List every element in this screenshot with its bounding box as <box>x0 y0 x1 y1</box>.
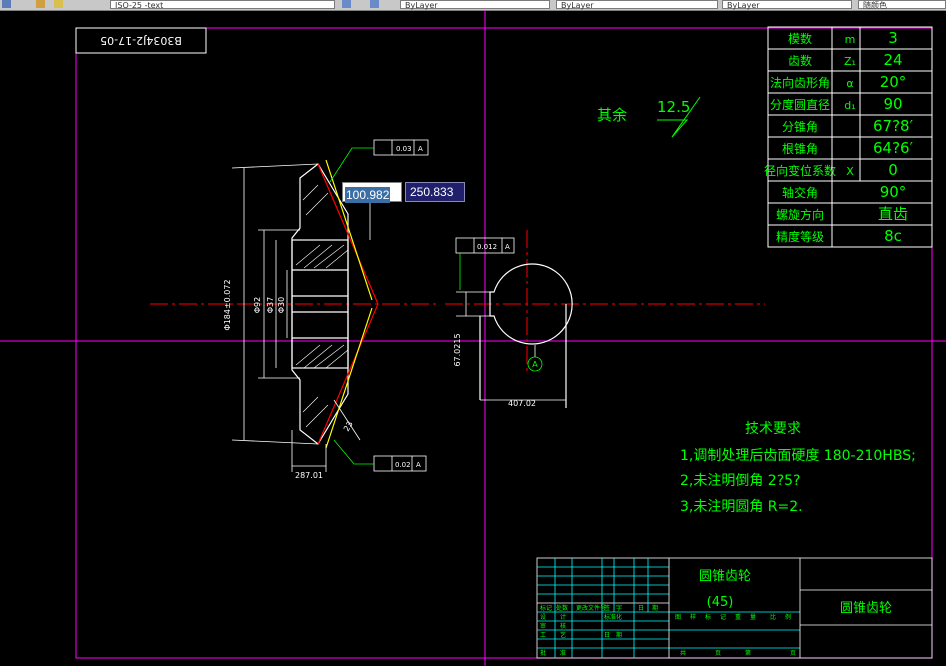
roughness-value: 12.5 <box>657 98 690 116</box>
tb-sheet-label: 共 <box>680 649 686 657</box>
param-value: 8c <box>884 227 902 245</box>
match-icon[interactable] <box>342 0 351 8</box>
param-value: 0 <box>888 161 898 179</box>
param-name: 齿数 <box>788 53 812 68</box>
tb-role-label: 艺 <box>560 631 566 639</box>
gtol-symmetry-value: 0.012 <box>477 243 497 251</box>
tb-sheet-label: 页 <box>715 650 721 657</box>
tb-header-label: 签 <box>604 604 610 612</box>
tb-header-label: 标记 <box>540 604 552 612</box>
roughness-label: 其余 <box>597 106 627 124</box>
tb-stage-label: 标 <box>705 613 711 621</box>
gtol-top <box>329 139 429 183</box>
gtol-bottom-value: 0.02 <box>395 461 411 469</box>
param-name: 径向变位系数 <box>764 163 836 178</box>
tech-req-3: 3,未注明圆角 R=2. <box>680 499 803 515</box>
tb-role-label: 设 <box>540 613 546 621</box>
param-name: 分度圆直径 <box>770 97 830 112</box>
tb-stage-label: 比 <box>770 613 776 621</box>
linetype-combo[interactable]: ByLayer <box>556 0 718 10</box>
param-name: 法向齿形角 <box>770 75 830 90</box>
gtol-top-value: 0.03 <box>396 145 412 153</box>
drawing-number: B3034J2-17-05 <box>100 34 182 47</box>
param-symbol: α <box>846 77 853 90</box>
tb-stage-label: 图 <box>675 614 681 621</box>
tech-req-title: 技术要求 <box>745 421 801 437</box>
param-symbol: X <box>846 165 854 178</box>
dim-keyway-w: 407.02 <box>508 399 536 408</box>
tb-role-label: 计 <box>560 613 566 621</box>
tb-sheet-label: 第 <box>745 649 751 657</box>
tb-header-label: 处数 <box>556 604 568 612</box>
gear-side-view <box>456 263 573 408</box>
gtol-bottom-datum: A <box>416 461 421 469</box>
param-value: 3 <box>888 29 898 47</box>
param-symbol: d₁ <box>844 99 855 112</box>
tb-stage-label: 例 <box>785 613 791 621</box>
tb-role-label: 批 <box>540 649 546 657</box>
gtol-symmetry-datum: A <box>505 243 510 251</box>
param-symbol: Z₁ <box>844 55 856 68</box>
tb-role-label: 核 <box>560 622 566 630</box>
dim-od1: Φ184±0.072 <box>223 279 232 330</box>
param-value: 67?8′ <box>873 117 914 135</box>
datum-a-bubble: A <box>532 360 538 369</box>
bulb-icon[interactable] <box>54 0 63 8</box>
tb-stage-label: 重 <box>735 613 741 621</box>
plotstyle-combo[interactable]: 随颜色 <box>858 0 946 10</box>
tb-stage-label: 记 <box>720 614 726 621</box>
tb-sheet-label: 页 <box>790 650 796 657</box>
dim-hub-length: 287.01 <box>295 471 323 480</box>
style-combo[interactable]: ISO-25 -text <box>110 0 335 10</box>
dim-bore1: Φ37 <box>266 297 275 313</box>
param-name: 精度等级 <box>776 229 824 244</box>
param-name: 根锥角 <box>782 142 818 156</box>
param-value: 64?6′ <box>873 139 914 157</box>
tb-role-label: 日 <box>604 632 610 639</box>
tb-header-label: 日 <box>638 605 644 612</box>
tb-role-label: 审 <box>540 622 546 630</box>
tb-role-label: 期 <box>616 631 622 639</box>
dynamic-input-field-2[interactable]: 250.833 <box>405 182 465 202</box>
tb-role-label: 标准化 <box>604 613 622 621</box>
dynamic-input-field-1[interactable]: 100.982 <box>342 182 402 203</box>
param-name: 螺旋方向 <box>776 207 824 222</box>
param-value: 直齿 <box>878 205 908 223</box>
tb-header-label: 期 <box>652 604 658 612</box>
tech-req-1: 1,调制处理后齿面硬度 180-210HBS; <box>680 448 916 464</box>
param-value: 90 <box>883 95 902 113</box>
param-value: 24 <box>883 51 902 69</box>
lineweight-combo[interactable]: ByLayer <box>722 0 852 10</box>
gtol-top-datum: A <box>418 145 423 153</box>
param-value: 20° <box>880 73 907 91</box>
dim-od2: Φ92 <box>253 297 262 313</box>
drawing-title: 圆锥齿轮 <box>840 601 892 616</box>
dim-keyway-h: 67.0215 <box>453 333 462 366</box>
tb-role-label: 工 <box>540 632 546 639</box>
param-value: 90° <box>880 183 907 201</box>
param-symbol: m <box>845 33 856 46</box>
gtol-bottom <box>333 439 427 472</box>
material: (45) <box>707 595 734 610</box>
tech-req-2: 2,未注明倒角 2?5? <box>680 473 800 489</box>
param-name: 模数 <box>788 31 812 46</box>
gear-parameter-table: 模数 m 3 齿数 Z₁ 24 法向齿形角 α 20° 分度圆直径 d₁ 90 分锥角 67?8′ 根锥角 6… <box>764 26 933 248</box>
tb-stage-label: 样 <box>690 613 696 621</box>
tb-role-label: 准 <box>560 649 566 657</box>
layer-icon[interactable] <box>2 0 11 8</box>
part-name: 圆锥齿轮 <box>699 569 751 584</box>
tb-stage-label: 量 <box>750 614 756 621</box>
param-name: 分锥角 <box>782 120 818 134</box>
dim-bore2: Φ30 <box>277 297 286 313</box>
layer-state-icon[interactable] <box>36 0 45 8</box>
tb-header-label: 更改文件号 <box>576 604 606 612</box>
color-combo[interactable]: ByLayer <box>400 0 550 10</box>
param-name: 轴交角 <box>782 185 818 200</box>
drawing-canvas[interactable]: B3034J2-17-05 模数 m 3 齿数 Z₁ 24 法向齿形角 α 20° 分度圆直径 d₁… <box>0 10 946 666</box>
tb-header-label: 字 <box>616 604 622 612</box>
dim-tooth-width: 23 <box>342 420 355 433</box>
props-icon[interactable] <box>370 0 379 8</box>
